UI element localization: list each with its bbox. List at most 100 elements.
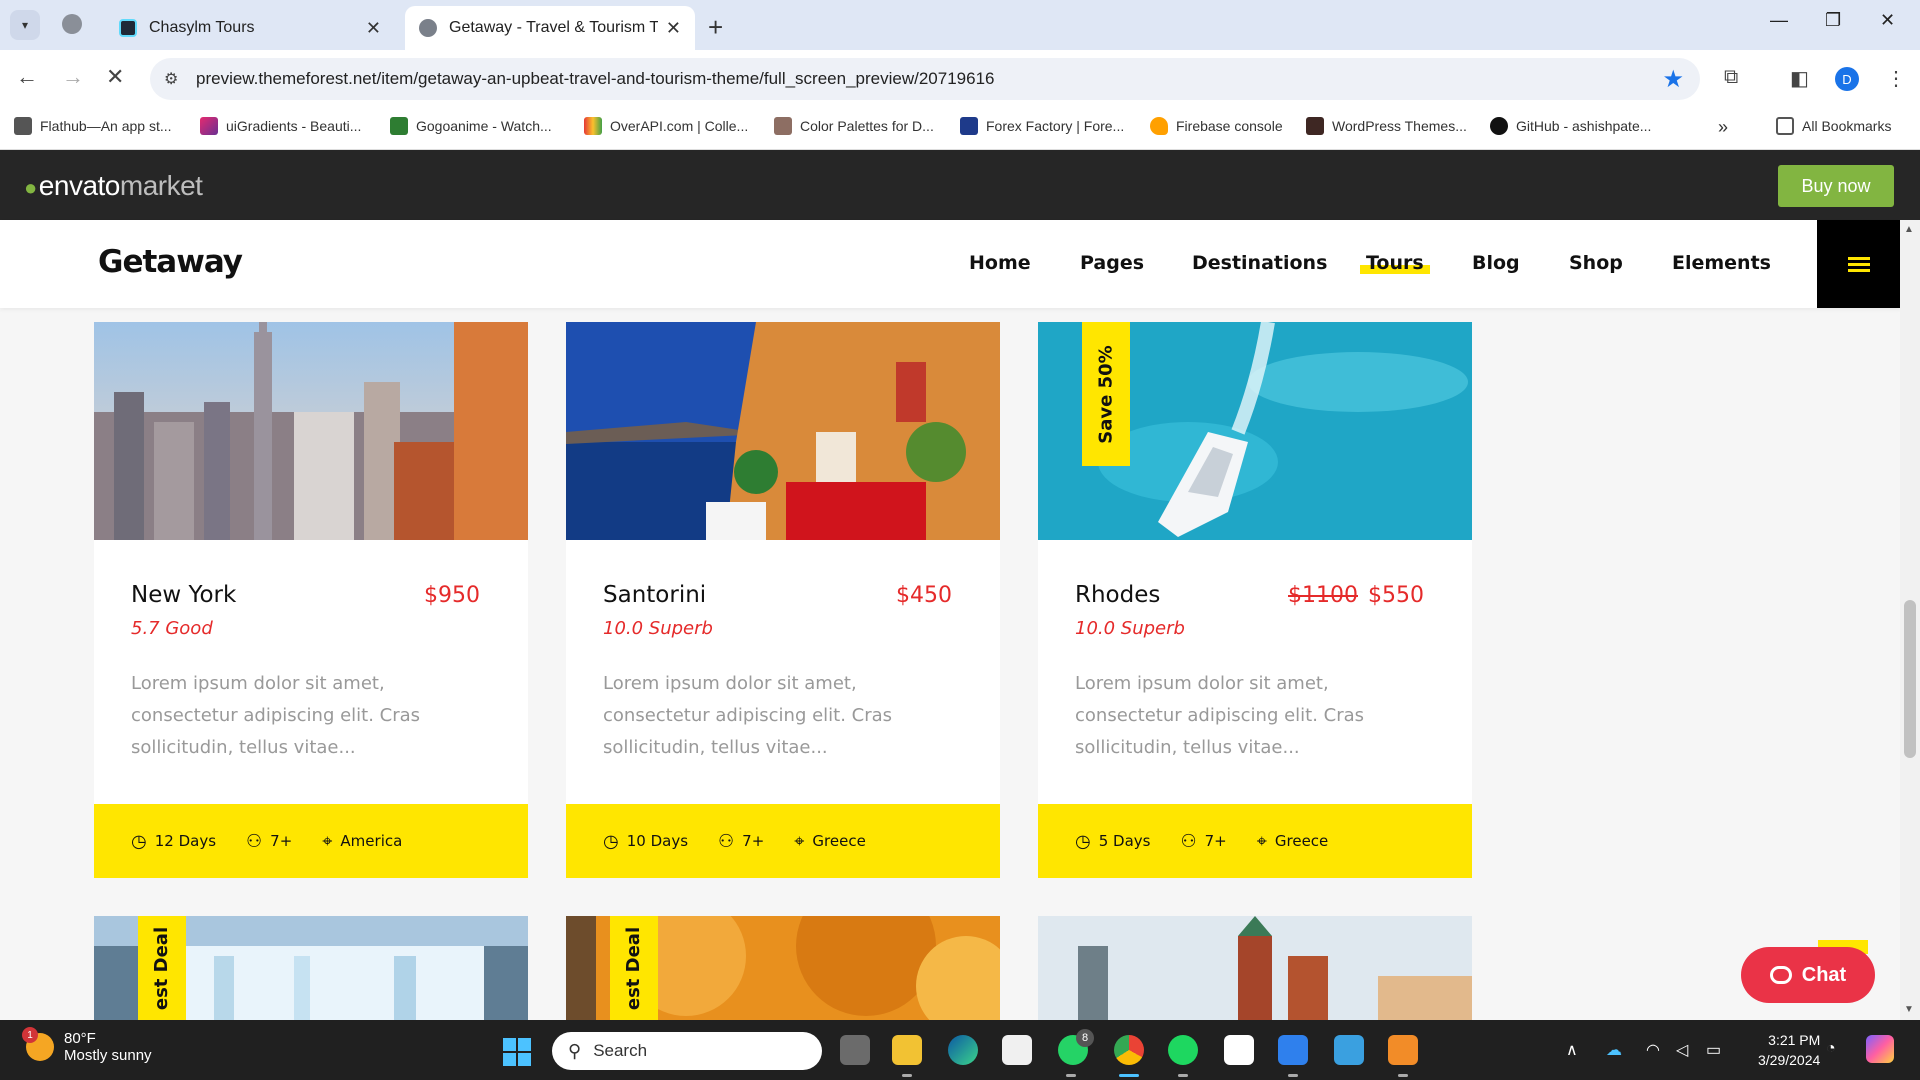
tradingview-icon[interactable] [1224,1035,1254,1065]
bookmark-star-icon[interactable]: ★ [1662,65,1684,94]
tour-title[interactable]: Santorini [603,582,706,608]
weather-widget[interactable]: 1 80°F Mostly sunny [22,1027,152,1064]
tour-card-krakow[interactable] [1038,916,1472,1020]
address-bar[interactable]: ⚙ preview.themeforest.net/item/getaway-a… [150,58,1700,100]
scroll-up-icon[interactable]: ▲ [1904,224,1914,235]
volume-icon[interactable]: ◁ [1676,1040,1688,1060]
save-badge: Save 50% [1082,322,1130,466]
show-hidden-icons-icon[interactable]: ∧ [1566,1040,1578,1060]
browser-toolbar: ← → ✕ ⚙ preview.themeforest.net/item/get… [0,50,1920,106]
stop-loading-icon[interactable]: ✕ [106,64,124,90]
bookmark-item[interactable]: Firebase console [1150,117,1283,135]
windows-taskbar: 1 80°F Mostly sunny ⚲ Search 8 ∧ ☁ ◠ ◁ ▭… [0,1020,1920,1080]
close-tab-icon[interactable]: ✕ [666,18,681,39]
forward-arrow-icon[interactable]: → [62,64,84,90]
location-pin-icon: ⌖ [794,830,805,852]
tour-title[interactable]: Rhodes [1075,582,1160,608]
site-header: Getaway Home Pages Destinations Tours Bl… [0,220,1900,308]
side-panel-icon[interactable]: ◧ [1790,66,1809,91]
more-bookmarks-icon[interactable]: » [1718,117,1728,138]
tour-price: $450 [896,583,952,608]
system-clock[interactable]: 3:21 PM 3/29/2024 [1758,1030,1820,1070]
paint-icon[interactable] [1334,1035,1364,1065]
tour-card-waterfall[interactable]: est Deal [94,916,528,1020]
nav-elements[interactable]: Elements [1672,252,1771,274]
bookmark-item[interactable]: uiGradients - Beauti... [200,117,361,135]
close-tab-icon[interactable]: ✕ [366,18,381,39]
taskbar-search[interactable]: ⚲ Search [552,1032,822,1070]
buy-now-button[interactable]: Buy now [1778,165,1894,207]
tour-card-santorini[interactable]: Santorini $450 10.0 Superb Lorem ipsum d… [566,322,1000,878]
tour-description: Lorem ipsum dolor sit amet, consectetur … [131,673,421,758]
tour-group-size: 7+ [270,832,293,850]
copilot-icon[interactable] [1866,1035,1894,1063]
tour-title[interactable]: New York [131,582,236,608]
tour-card-new-york[interactable]: New York $950 5.7 Good Lorem ipsum dolor… [94,322,528,878]
media-player-icon[interactable] [1388,1035,1418,1065]
scrollbar-thumb[interactable] [1904,600,1916,758]
edge-icon[interactable] [948,1035,978,1065]
spotify-icon[interactable] [1168,1035,1198,1065]
notification-bell-icon[interactable]: ◔ [1826,1040,1836,1058]
whatsapp-icon[interactable]: 8 [1058,1029,1094,1065]
bookmark-item[interactable]: Gogoanime - Watch... [390,117,552,135]
tour-card-rhodes[interactable]: Save 50% Rhodes $1100 $550 10.0 Superb Lo… [1038,322,1472,878]
bookmarks-bar: Flathub—An app st... uiGradients - Beaut… [0,106,1920,150]
close-window-icon[interactable]: ✕ [1880,10,1895,31]
hamburger-menu-icon[interactable] [1817,220,1900,308]
search-icon: ⚲ [568,1040,582,1061]
onedrive-icon[interactable]: ☁ [1606,1040,1622,1060]
bookmark-item[interactable]: Flathub—An app st... [14,117,172,135]
scroll-down-icon[interactable]: ▼ [1904,1004,1914,1015]
wifi-icon[interactable]: ◠ [1646,1040,1660,1060]
bookmark-item[interactable]: Color Palettes for D... [774,117,934,135]
tab-chasylm[interactable]: Chasylm Tours ✕ [105,6,395,50]
bookmark-label: All Bookmarks [1802,118,1892,134]
windows-start-icon[interactable] [503,1038,531,1066]
tab-title: Chasylm Tours [149,19,255,36]
nav-tours[interactable]: Tours [1360,252,1430,274]
new-tab-button[interactable]: + [708,12,723,43]
bookmark-item[interactable]: WordPress Themes... [1306,117,1467,135]
battery-icon[interactable]: ▭ [1706,1040,1721,1060]
chat-label: Chat [1801,963,1847,986]
new-york-skyline-image[interactable] [94,322,528,540]
clock-date: 3/29/2024 [1758,1052,1821,1068]
nav-home[interactable]: Home [969,252,1031,274]
tour-rating: 10.0 Superb [1075,618,1185,639]
pinned-tab-icon[interactable] [62,14,82,34]
menu-kebab-icon[interactable]: ⋮ [1886,66,1906,91]
nav-destinations[interactable]: Destinations [1192,252,1327,274]
bookmark-item[interactable]: GitHub - ashishpate... [1490,117,1651,135]
back-arrow-icon[interactable]: ← [16,64,38,90]
profile-avatar[interactable]: D [1835,67,1859,91]
autumn-forest-image[interactable]: est Deal [566,916,1000,1020]
minimize-icon[interactable]: — [1770,10,1788,31]
file-explorer-icon[interactable] [892,1035,922,1065]
site-logo[interactable]: Getaway [98,244,243,280]
restore-icon[interactable]: ❐ [1825,10,1841,31]
nav-pages[interactable]: Pages [1080,252,1144,274]
bookmark-item[interactable]: OverAPI.com | Colle... [584,117,748,135]
tab-search-button[interactable]: ▾ [10,10,40,40]
tour-rating: 10.0 Superb [603,618,713,639]
krakow-church-image[interactable] [1038,916,1472,1020]
all-bookmarks-button[interactable]: All Bookmarks [1776,117,1891,135]
vscode-icon[interactable] [1278,1035,1308,1065]
santorini-village-image[interactable] [566,322,1000,540]
rhodes-boat-image[interactable]: Save 50% [1038,322,1472,540]
microsoft-store-icon[interactable] [1002,1035,1032,1065]
chat-button[interactable]: Chat [1741,947,1875,1003]
waterfall-image[interactable]: est Deal [94,916,528,1020]
task-view-icon[interactable] [840,1035,870,1065]
nav-blog[interactable]: Blog [1472,252,1520,274]
nav-shop[interactable]: Shop [1569,252,1623,274]
tab-getaway[interactable]: Getaway - Travel & Tourism The ✕ [405,6,695,50]
chrome-icon[interactable] [1114,1035,1144,1065]
tour-location: America [340,832,403,850]
envato-logo[interactable]: ●envatomarket [24,170,203,202]
bookmark-item[interactable]: Forex Factory | Fore... [960,117,1124,135]
tour-card-autumn[interactable]: est Deal [566,916,1000,1020]
site-info-icon[interactable]: ⚙ [164,69,178,89]
extensions-icon[interactable]: ⧉ [1724,66,1738,89]
